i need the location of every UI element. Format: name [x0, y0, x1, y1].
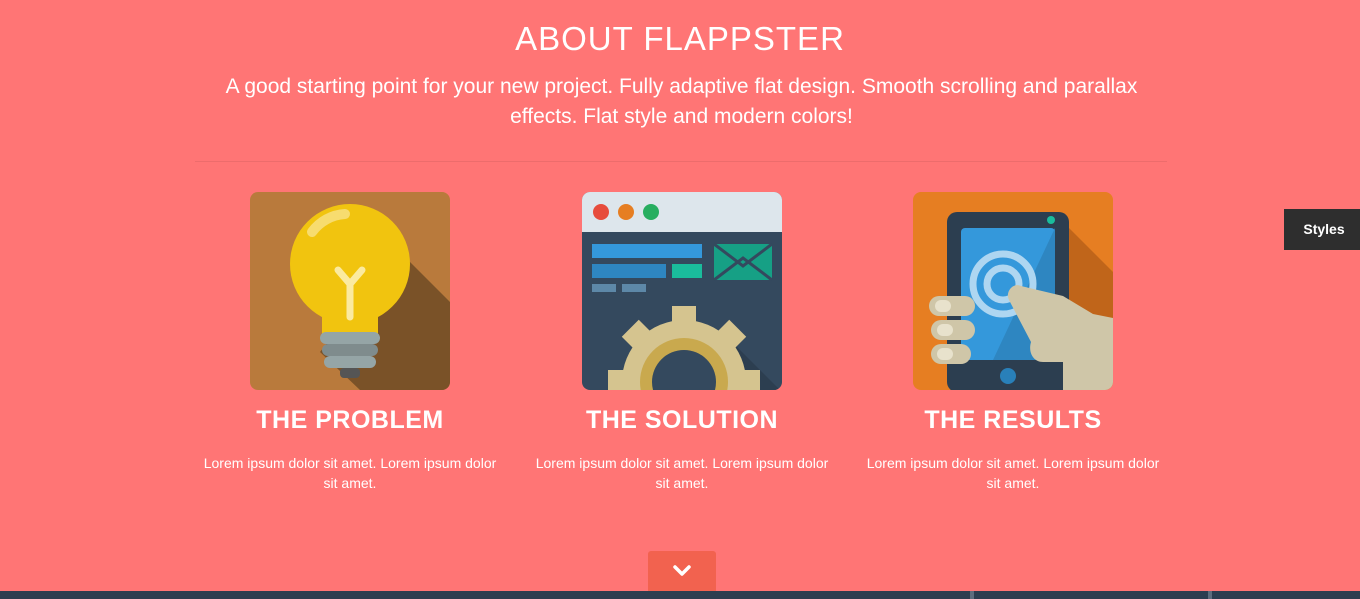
styles-toggle-button[interactable]: Styles [1284, 209, 1360, 250]
browser-gear-icon [582, 192, 782, 390]
feature-title: THE RESULTS [924, 406, 1102, 434]
next-section-edge [0, 591, 1360, 599]
feature-solution: THE SOLUTION Lorem ipsum dolor sit amet.… [517, 192, 847, 493]
page-title: ABOUT FLAPPSTER [515, 20, 845, 57]
phone-touch-icon [913, 192, 1113, 390]
feature-title: THE SOLUTION [585, 406, 779, 434]
lightbulb-icon [250, 192, 450, 390]
about-section: ABOUT FLAPPSTER A good starting point fo… [0, 0, 1360, 591]
feature-title: THE PROBLEM [256, 406, 444, 434]
page-subtitle: A good starting point for your new proje… [225, 75, 1138, 128]
scroll-down-button[interactable] [648, 551, 716, 591]
chevron-down-icon [673, 565, 691, 576]
strip-mark [970, 591, 974, 599]
strip-mark [1208, 591, 1212, 599]
feature-text: Lorem ipsum dolor sit amet. Lorem ipsum … [203, 455, 497, 491]
feature-results: THE RESULTS Lorem ipsum dolor sit amet. … [848, 192, 1178, 493]
divider [195, 161, 1167, 162]
feature-text: Lorem ipsum dolor sit amet. Lorem ipsum … [866, 455, 1160, 491]
feature-problem: THE PROBLEM Lorem ipsum dolor sit amet. … [185, 192, 515, 493]
feature-text: Lorem ipsum dolor sit amet. Lorem ipsum … [535, 455, 829, 491]
